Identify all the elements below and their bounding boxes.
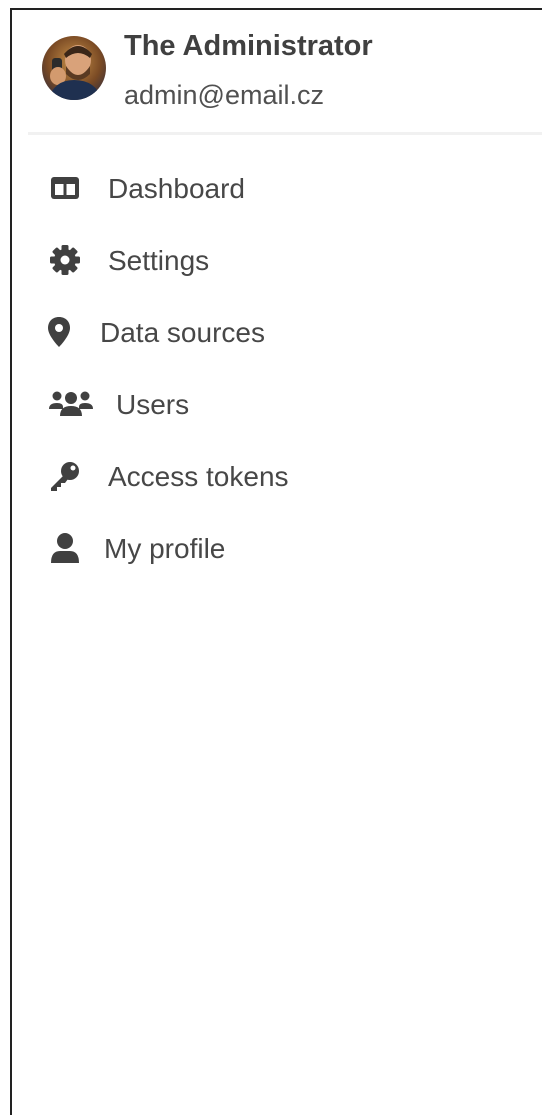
nav-label-users: Users [116, 389, 190, 420]
nav-item-data-sources[interactable]: Data sources [12, 298, 542, 370]
key-icon [48, 459, 82, 493]
user-icon [48, 531, 82, 565]
nav-item-dashboard[interactable]: Dashboard [12, 154, 542, 226]
nav-label-dashboard: Dashboard [108, 173, 245, 204]
gear-icon [48, 243, 82, 277]
nav-item-settings[interactable]: Settings [12, 226, 542, 298]
nav-label-my-profile: My profile [104, 533, 226, 564]
nav-menu: Dashboard Settings Data sources Users Ac… [12, 154, 542, 586]
user-profile-header[interactable]: The Administrator admin@email.cz [12, 10, 542, 132]
nav-item-users[interactable]: Users [12, 370, 542, 442]
avatar[interactable] [42, 36, 106, 100]
avatar-photo-icon [42, 36, 106, 100]
nav-item-my-profile[interactable]: My profile [12, 514, 542, 586]
navigation-drawer: The Administrator admin@email.cz Dashboa… [10, 8, 542, 1115]
nav-label-data-sources: Data sources [100, 317, 265, 348]
profile-name: The Administrator [124, 30, 373, 62]
nav-label-settings: Settings [108, 245, 210, 276]
nav-label-access-tokens: Access tokens [108, 461, 289, 492]
map-marker-icon [48, 315, 82, 349]
nav-item-access-tokens[interactable]: Access tokens [12, 442, 542, 514]
users-group-icon [48, 387, 93, 421]
divider [28, 132, 542, 135]
dashboard-columns-icon [48, 171, 82, 205]
profile-email: admin@email.cz [124, 80, 324, 110]
